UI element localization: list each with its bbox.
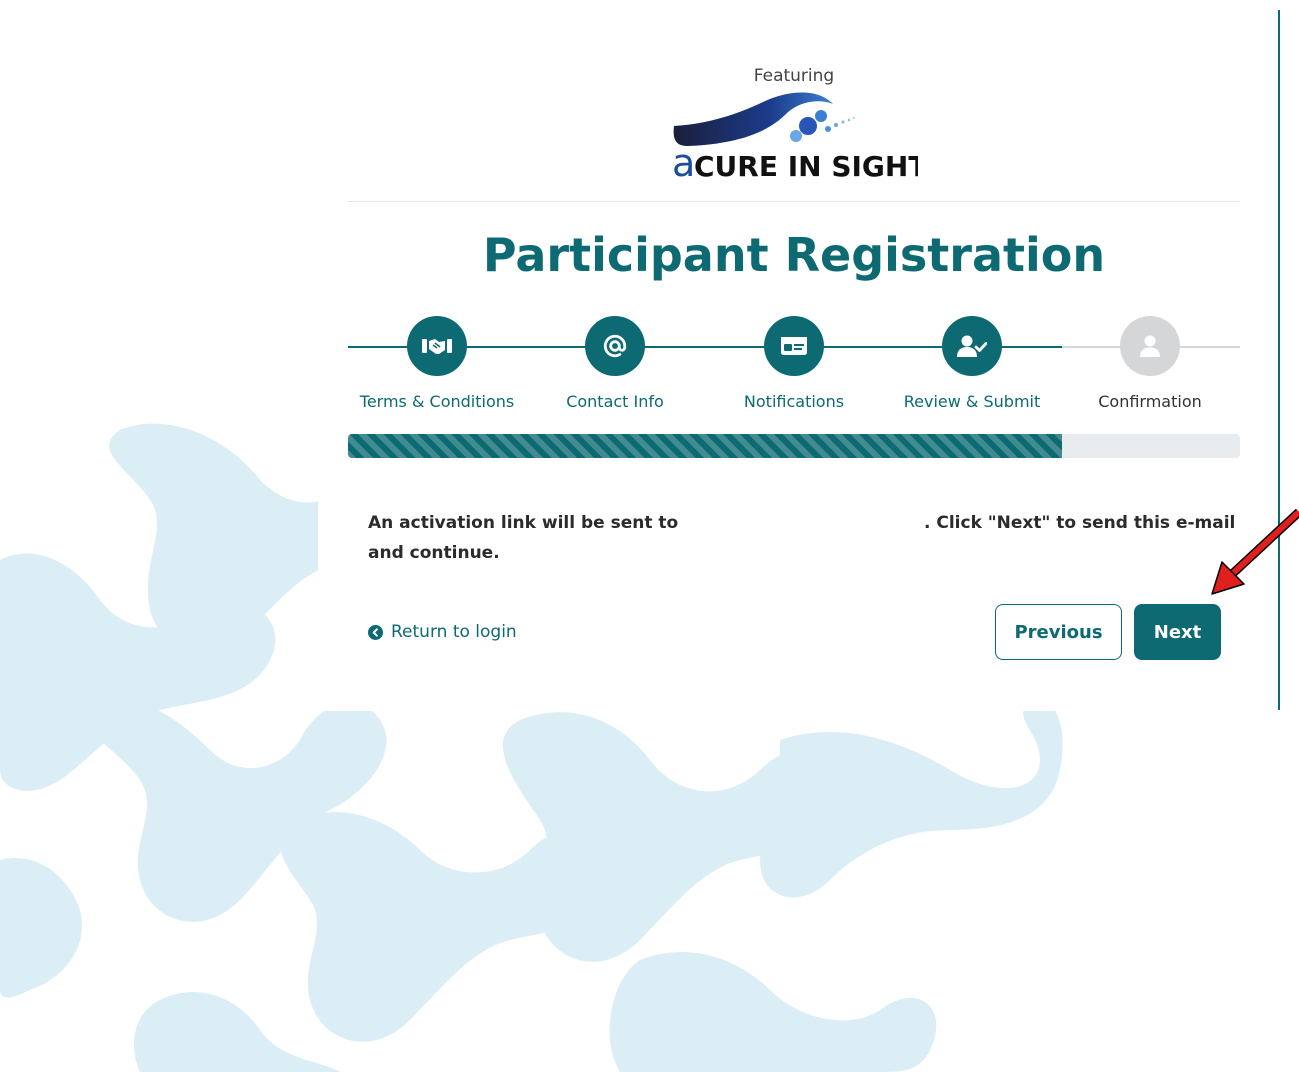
header-divider xyxy=(348,201,1240,202)
step-label: Confirmation xyxy=(1098,392,1202,411)
handshake-icon xyxy=(422,339,452,354)
acureinsight-logo: a CURE IN SIGHT xyxy=(672,92,918,184)
logo-area: Featuring a CURE IN SIGHT xyxy=(350,62,1238,192)
step-notifications[interactable]: Notifications xyxy=(704,316,884,411)
activation-message: An activation link will be sent to . Cli… xyxy=(368,508,1235,568)
step-circle[interactable] xyxy=(1120,316,1180,376)
message-part-3: and continue. xyxy=(368,543,500,563)
step-label: Review & Submit xyxy=(903,392,1041,411)
step-confirmation[interactable]: Confirmation xyxy=(1060,316,1240,411)
page: Featuring a CURE IN SIGHT Participant Re xyxy=(0,0,1299,1072)
step-circle[interactable] xyxy=(407,316,467,376)
progress-bar-fill xyxy=(348,434,1062,458)
return-to-login-label: Return to login xyxy=(391,622,517,642)
featuring-label: Featuring xyxy=(753,66,835,86)
step-terms-conditions[interactable]: Terms & Conditions xyxy=(347,316,527,411)
annotation-arrow xyxy=(1211,508,1299,595)
step-circle[interactable] xyxy=(585,316,645,376)
step-circle[interactable] xyxy=(942,316,1002,376)
svg-text:CURE IN SIGHT: CURE IN SIGHT xyxy=(694,150,918,183)
progress-bar xyxy=(348,434,1240,458)
chevron-left-circle-icon xyxy=(368,624,383,640)
step-circle[interactable] xyxy=(764,316,824,376)
previous-button[interactable]: Previous xyxy=(995,604,1122,660)
svg-text:a: a xyxy=(672,141,695,184)
message-part-2: . Click "Next" to send this e-mail xyxy=(924,513,1236,533)
step-contact-info[interactable]: Contact Info xyxy=(525,316,705,411)
return-to-login-link[interactable]: Return to login xyxy=(368,622,517,642)
step-label: Terms & Conditions xyxy=(359,392,515,411)
frame-divider-line xyxy=(1278,10,1280,710)
user-check-icon xyxy=(957,335,987,357)
id-card-icon xyxy=(781,337,807,355)
step-label: Notifications xyxy=(743,392,845,411)
user-icon xyxy=(1140,335,1160,357)
page-title: Participant Registration xyxy=(482,228,1106,282)
step-label: Contact Info xyxy=(566,392,664,411)
message-part-1: An activation link will be sent to xyxy=(368,513,679,533)
at-sign-icon xyxy=(603,334,627,358)
step-review-submit[interactable]: Review & Submit xyxy=(882,316,1062,411)
registration-stepper: Terms & Conditions Contact Info Notifica… xyxy=(348,316,1240,416)
next-button[interactable]: Next xyxy=(1134,604,1221,660)
